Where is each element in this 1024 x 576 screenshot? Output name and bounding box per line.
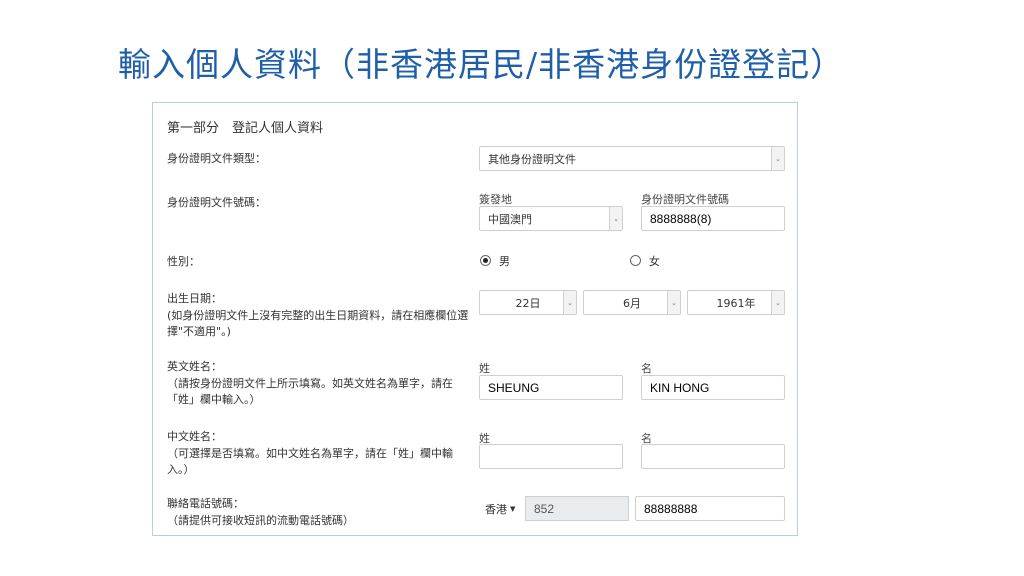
doc-no-caption: 身份證明文件號碼 <box>641 193 729 206</box>
phone-note: （請提供可接收短訊的流動電話號碼） <box>167 514 354 527</box>
id-type-value: 其他身份證明文件 <box>488 152 576 166</box>
english-given-caption: 名 <box>641 362 652 375</box>
english-surname-caption: 姓 <box>479 362 490 375</box>
issue-place-value: 中國澳門 <box>488 212 532 226</box>
chinese-given-input[interactable] <box>641 444 785 469</box>
dob-day-value: 22日 <box>515 296 541 310</box>
chevron-down-icon: ⌄ <box>771 291 784 314</box>
chinese-surname-input[interactable] <box>479 444 623 469</box>
id-type-label: 身份證明文件類型： <box>167 152 266 165</box>
chinese-name-label: 中文姓名： <box>167 430 222 443</box>
gender-male-label: 男 <box>499 255 510 268</box>
gender-label: 性別： <box>167 255 200 268</box>
phone-label: 聯絡電話號碼： <box>167 497 244 510</box>
chevron-down-icon: ⌄ <box>667 291 680 314</box>
country-code-field: 852 <box>525 496 629 521</box>
dob-year-select[interactable]: 1961年 ⌄ <box>687 290 785 315</box>
registration-form-panel: 第一部分 登記人個人資料 身份證明文件類型： 其他身份證明文件 ⌄ 身份證明文件… <box>152 102 798 536</box>
chinese-name-note: （可選擇是否填寫。如中文姓名為單字，請在「姓」欄中輸入。） <box>167 447 453 476</box>
english-name-label: 英文姓名： <box>167 360 222 373</box>
gender-female-radio[interactable] <box>630 255 641 266</box>
region-dropdown-button[interactable]: 香港 ▼ <box>479 496 525 521</box>
dob-day-select[interactable]: 22日 ⌄ <box>479 290 577 315</box>
id-number-label: 身份證明文件號碼： <box>167 196 266 209</box>
dob-year-value: 1961年 <box>716 296 756 310</box>
chevron-down-icon: ⌄ <box>609 207 622 230</box>
issue-place-select[interactable]: 中國澳門 ⌄ <box>479 206 623 231</box>
chevron-down-icon: ⌄ <box>771 147 784 170</box>
gender-female-label: 女 <box>649 255 660 268</box>
dob-note: (如身份證明文件上沒有完整的出生日期資料，請在相應欄位選擇"不適用"。) <box>167 309 469 338</box>
doc-no-input[interactable]: 8888888(8) <box>641 206 785 231</box>
gender-male-radio[interactable] <box>480 255 491 266</box>
english-given-input[interactable]: KIN HONG <box>641 375 785 400</box>
region-label: 香港 <box>485 502 507 516</box>
dob-month-select[interactable]: 6月 ⌄ <box>583 290 681 315</box>
chevron-down-icon: ⌄ <box>563 291 576 314</box>
dob-label: 出生日期： <box>167 292 222 305</box>
caret-down-icon: ▼ <box>510 504 516 513</box>
dob-month-value: 6月 <box>623 296 641 310</box>
issue-place-caption: 簽發地 <box>479 193 512 206</box>
english-surname-input[interactable]: SHEUNG <box>479 375 623 400</box>
section-title: 第一部分 登記人個人資料 <box>167 121 324 136</box>
id-type-select[interactable]: 其他身份證明文件 ⌄ <box>479 146 785 171</box>
slide-title: 輸入個人資料（非香港居民/非香港身份證登記） <box>118 45 845 84</box>
phone-number-input[interactable]: 88888888 <box>635 496 785 521</box>
english-name-note: （請按身份證明文件上所示填寫。如英文姓名為單字，請在「姓」欄中輸入。） <box>167 377 453 406</box>
